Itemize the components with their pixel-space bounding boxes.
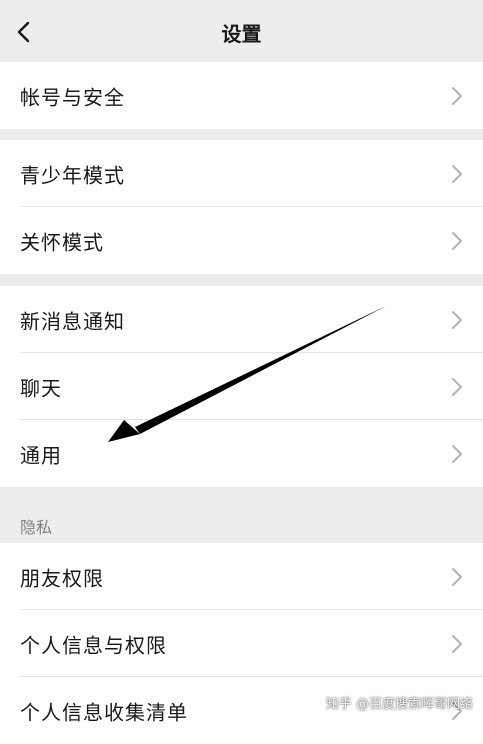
settings-item-chat[interactable]: 聊天: [0, 353, 483, 420]
section-header-privacy: 隐私: [20, 518, 53, 537]
settings-item-label: 个人信息收集清单: [20, 700, 188, 724]
settings-item-personal-info-permissions[interactable]: 个人信息与权限: [0, 610, 483, 677]
chevron-right-icon: [452, 86, 462, 105]
settings-item-care-mode[interactable]: 关怀模式: [0, 207, 483, 274]
settings-item-label: 新消息通知: [20, 309, 125, 333]
settings-item-label: 聊天: [20, 376, 62, 400]
chevron-right-icon: [452, 444, 462, 463]
navigation-bar: 设置: [0, 0, 483, 62]
settings-group-account: 帐号与安全: [0, 62, 483, 129]
settings-group-general: 新消息通知 聊天 通用: [0, 286, 483, 487]
settings-item-label: 帐号与安全: [20, 85, 125, 109]
chevron-right-icon: [452, 310, 462, 329]
settings-group-modes: 青少年模式 关怀模式: [0, 140, 483, 274]
chevron-right-icon: [452, 377, 462, 396]
settings-item-notifications[interactable]: 新消息通知: [0, 286, 483, 353]
settings-item-label: 通用: [20, 443, 62, 467]
settings-item-teen-mode[interactable]: 青少年模式: [0, 140, 483, 207]
settings-item-general[interactable]: 通用: [0, 420, 483, 487]
settings-item-friend-permissions[interactable]: 朋友权限: [0, 543, 483, 610]
settings-item-label: 关怀模式: [20, 230, 104, 254]
chevron-right-icon: [452, 567, 462, 586]
settings-item-personal-info-list[interactable]: 个人信息收集清单: [0, 677, 483, 744]
chevron-right-icon: [452, 164, 462, 183]
settings-item-label: 青少年模式: [20, 163, 125, 187]
settings-item-label: 朋友权限: [20, 566, 104, 590]
settings-item-account-security[interactable]: 帐号与安全: [0, 62, 483, 129]
settings-group-privacy: 朋友权限 个人信息与权限 个人信息收集清单: [0, 543, 483, 744]
chevron-right-icon: [452, 701, 462, 720]
chevron-right-icon: [452, 634, 462, 653]
settings-item-label: 个人信息与权限: [20, 633, 167, 657]
chevron-right-icon: [452, 231, 462, 250]
page-title: 设置: [221, 22, 262, 46]
